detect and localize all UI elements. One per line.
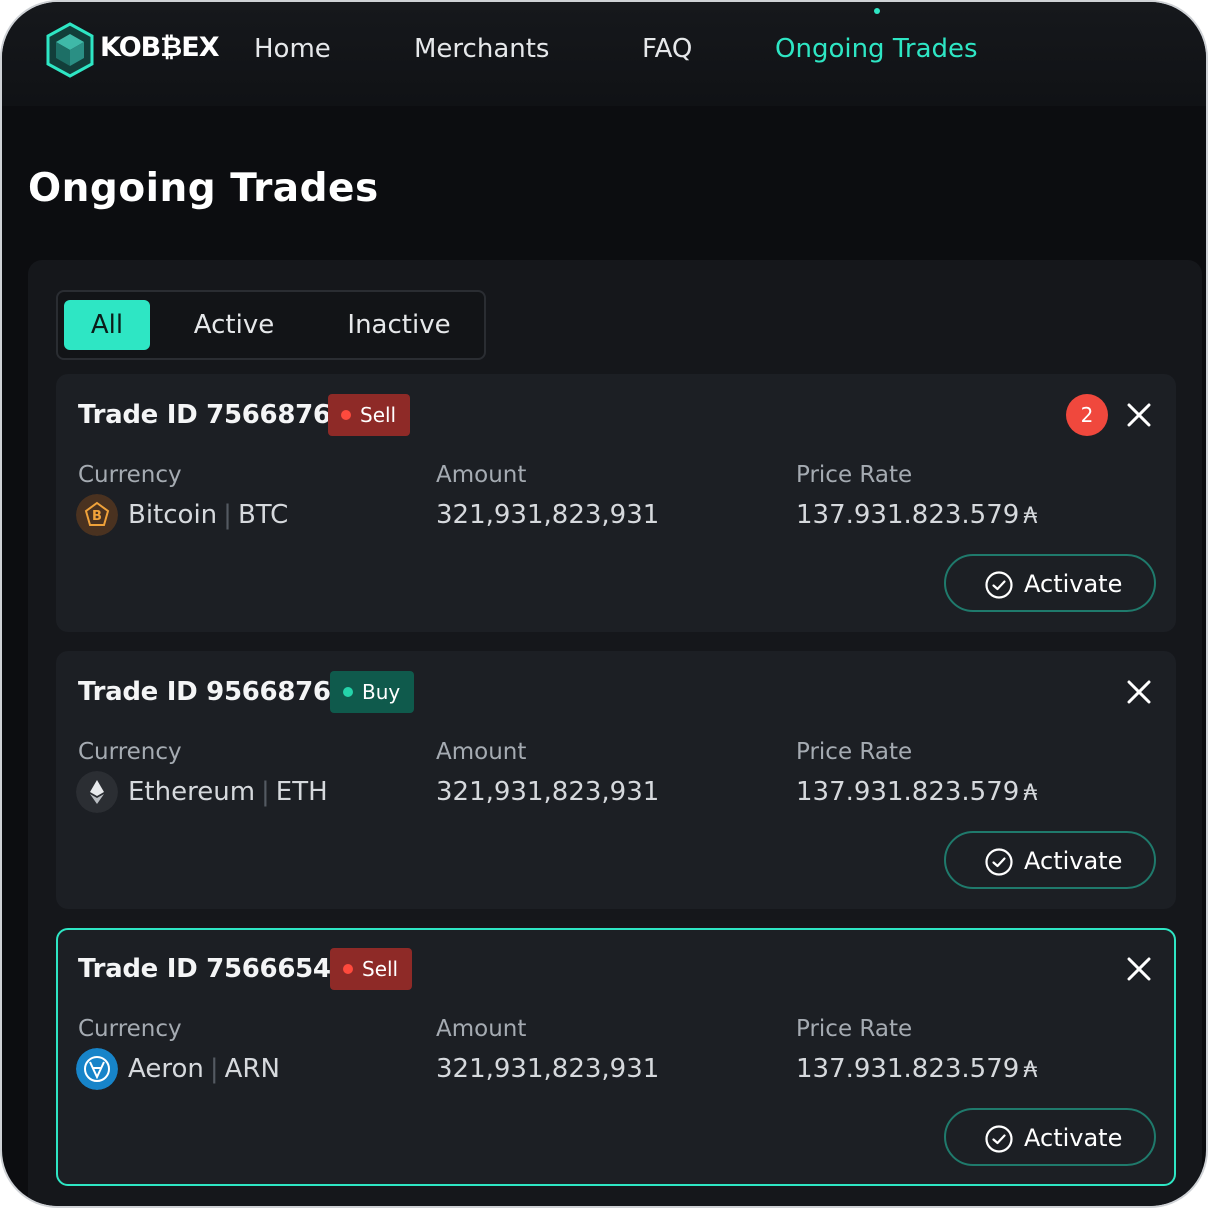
trade-side-label: Sell	[362, 957, 399, 981]
sell-dot-icon	[341, 410, 351, 420]
currency-name-row: Ethereum | ETH	[128, 777, 328, 807]
currency-symbol-icon: ₳	[1023, 781, 1038, 806]
amount-value: 321,931,823,931	[436, 1054, 660, 1084]
bitcoin-icon: B	[76, 494, 118, 536]
trade-side-badge: Sell	[330, 948, 413, 990]
activate-button[interactable]: Activate	[944, 554, 1156, 612]
price-rate-row: 137.931.823.579 ₳	[796, 1054, 1037, 1084]
price-rate-value: 137.931.823.579	[796, 1054, 1020, 1084]
coin-symbol: BTC	[237, 500, 289, 530]
amount-value: 321,931,823,931	[436, 500, 660, 530]
trade-side-label: Sell	[360, 403, 397, 427]
currency-label: Currency	[78, 1016, 182, 1042]
aeron-icon	[76, 1048, 118, 1090]
currency-label: Currency	[78, 739, 182, 765]
price-rate-value: 137.931.823.579	[796, 777, 1020, 807]
currency-name-row: Aeron | ARN	[128, 1054, 280, 1084]
currency-symbol-icon: ₳	[1023, 504, 1038, 529]
kobbex-logo-icon[interactable]	[44, 22, 96, 78]
buy-dot-icon	[343, 687, 353, 697]
trade-card: Trade ID 9566876 Buy Currency Amount Pri…	[56, 651, 1176, 909]
trade-side-badge: Buy	[330, 671, 415, 713]
coin-name: Bitcoin	[128, 500, 218, 530]
filter-tabs: All Active Inactive	[56, 290, 486, 360]
currency-symbol-icon: ₳	[1023, 1058, 1038, 1083]
tab-inactive[interactable]: Inactive	[326, 300, 472, 350]
price-rate-label: Price Rate	[796, 1016, 913, 1042]
activate-button[interactable]: Activate	[944, 831, 1156, 889]
nav-faq[interactable]: FAQ	[642, 34, 692, 64]
close-icon[interactable]	[1124, 400, 1154, 430]
price-rate-row: 137.931.823.579 ₳	[796, 777, 1037, 807]
price-rate-label: Price Rate	[796, 462, 913, 488]
amount-label: Amount	[436, 739, 527, 765]
page-title: Ongoing Trades	[28, 166, 379, 211]
app-window: KOB₿EX Home Merchants FAQ Ongoing Trades…	[2, 2, 1206, 1206]
check-circle-icon	[985, 1125, 1013, 1153]
currency-name-row: Bitcoin | BTC	[128, 500, 289, 530]
nav-merchants[interactable]: Merchants	[414, 34, 549, 64]
close-icon[interactable]	[1124, 677, 1154, 707]
currency-label: Currency	[78, 462, 182, 488]
nav-home[interactable]: Home	[254, 34, 331, 64]
trade-id: Trade ID 7566876	[78, 400, 331, 430]
activate-label: Activate	[1024, 1124, 1123, 1152]
ethereum-icon	[76, 771, 118, 813]
activate-label: Activate	[1024, 570, 1123, 598]
svg-text:B: B	[92, 509, 102, 524]
trade-id: Trade ID 7566654	[78, 954, 331, 984]
price-rate-value: 137.931.823.579	[796, 500, 1020, 530]
top-navigation-bar: KOB₿EX Home Merchants FAQ Ongoing Trades	[2, 2, 1206, 106]
trade-side-badge: Sell	[328, 394, 411, 436]
trade-side-label: Buy	[362, 680, 401, 704]
amount-value: 321,931,823,931	[436, 777, 660, 807]
check-circle-icon	[985, 571, 1013, 599]
check-circle-icon	[985, 848, 1013, 876]
sell-dot-icon	[343, 964, 353, 974]
coin-symbol: ETH	[275, 777, 328, 807]
coin-symbol: ARN	[224, 1054, 280, 1084]
price-rate-row: 137.931.823.579 ₳	[796, 500, 1037, 530]
trade-card: Trade ID 7566876 Sell 2 Currency Amount …	[56, 374, 1176, 632]
amount-label: Amount	[436, 1016, 527, 1042]
activate-label: Activate	[1024, 847, 1123, 875]
brand-name[interactable]: KOB₿EX	[100, 32, 220, 63]
nav-ongoing-trades[interactable]: Ongoing Trades	[775, 34, 978, 64]
tab-all[interactable]: All	[64, 300, 150, 350]
trade-id: Trade ID 9566876	[78, 677, 331, 707]
notification-count-badge[interactable]: 2	[1066, 394, 1108, 436]
amount-label: Amount	[436, 462, 527, 488]
trade-card-selected: Trade ID 7566654 Sell Currency Amount Pr…	[56, 928, 1176, 1186]
active-nav-indicator	[874, 8, 880, 14]
coin-name: Ethereum	[128, 777, 256, 807]
tab-active[interactable]: Active	[172, 300, 296, 350]
coin-name: Aeron	[128, 1054, 204, 1084]
close-icon[interactable]	[1124, 954, 1154, 984]
activate-button[interactable]: Activate	[944, 1108, 1156, 1166]
price-rate-label: Price Rate	[796, 739, 913, 765]
